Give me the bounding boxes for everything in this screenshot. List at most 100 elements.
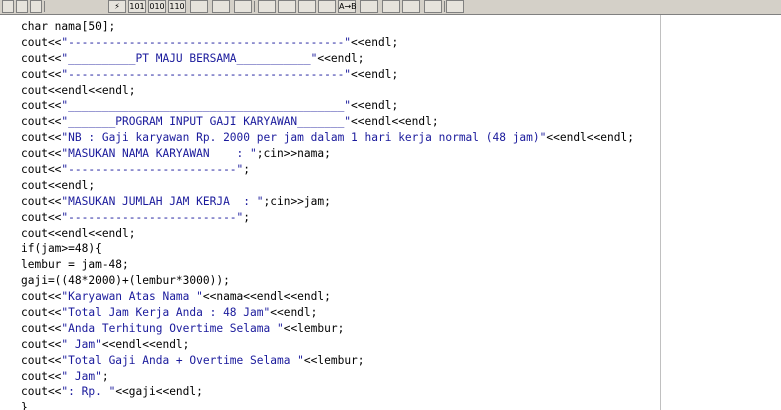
code-line[interactable]: cout<<"-------------------------"; bbox=[21, 162, 634, 178]
code-token: cout<< bbox=[21, 321, 62, 335]
code-token: <<endl<<endl; bbox=[351, 115, 439, 129]
code-token: } bbox=[21, 401, 28, 410]
string-literal: "Anda Terhitung Overtime Selama " bbox=[61, 321, 284, 335]
string-literal: "---------------------------------------… bbox=[61, 35, 352, 49]
code-text[interactable]: char nama[50]; cout<<"-------------------… bbox=[21, 19, 634, 410]
code-token: cout<< bbox=[21, 35, 62, 49]
pointer-icon[interactable] bbox=[446, 0, 464, 13]
code-token: cout<< bbox=[21, 147, 62, 161]
string-literal: "MASUKAN JUMLAH JAM KERJA : " bbox=[61, 194, 264, 208]
reset-icon[interactable] bbox=[190, 0, 208, 13]
code-line[interactable]: cout<<"-------------------------"; bbox=[21, 210, 634, 226]
code-line[interactable]: cout<<"Total Jam Kerja Anda : 48 Jam"<<e… bbox=[21, 305, 634, 321]
code-token: cout<< bbox=[21, 306, 62, 320]
code-line[interactable]: cout<<" Jam"<<endl<<endl; bbox=[21, 337, 634, 353]
string-literal: "Total Jam Kerja Anda : 48 Jam" bbox=[61, 306, 271, 320]
code-token: cout<< bbox=[21, 163, 62, 177]
code-editor[interactable]: char nama[50]; cout<<"-------------------… bbox=[16, 15, 661, 410]
code-token: cout<< bbox=[21, 369, 62, 383]
code-line[interactable]: gaji=((48*2000)+(lembur*3000)); bbox=[21, 273, 634, 289]
toolbar-separator bbox=[254, 1, 255, 12]
replace-icon[interactable]: A→B bbox=[338, 0, 357, 13]
code-line[interactable]: cout<<"---------------------------------… bbox=[21, 67, 634, 83]
code-token: <<endl; bbox=[317, 51, 365, 65]
code-line[interactable]: cout<<" Jam"; bbox=[21, 369, 634, 385]
run-icon[interactable] bbox=[212, 0, 230, 13]
code-token: cout<< bbox=[21, 194, 62, 208]
code-token: ; bbox=[243, 210, 251, 224]
code-token: cout<< bbox=[21, 115, 62, 129]
code-token: char nama[50]; bbox=[21, 20, 116, 33]
code-line[interactable]: cout<<endl<<endl; bbox=[21, 83, 634, 99]
code-line[interactable]: lembur = jam-48; bbox=[21, 257, 634, 273]
code-token: cout<< bbox=[21, 51, 62, 65]
string-literal: "NB : Gaji karyawan Rp. 2000 per jam dal… bbox=[61, 131, 547, 145]
binary-101-icon[interactable]: 101 bbox=[128, 0, 146, 13]
string-literal: "-------------------------" bbox=[61, 163, 244, 177]
refresh-icon[interactable] bbox=[234, 0, 252, 13]
panel-icon[interactable] bbox=[402, 0, 420, 13]
code-line[interactable]: cout<<"MASUKAN NAMA KARYAWAN : ";cin>>na… bbox=[21, 146, 634, 162]
tree-icon[interactable] bbox=[382, 0, 400, 13]
code-line[interactable]: if(jam>=48){ bbox=[21, 241, 634, 257]
code-token: <<lembur; bbox=[303, 353, 365, 367]
code-line[interactable]: cout<<endl; bbox=[21, 178, 634, 194]
code-token: cout<< bbox=[21, 337, 62, 351]
code-line[interactable]: cout<<"Karyawan Atas Nama "<<nama<<endl<… bbox=[21, 289, 634, 305]
string-literal: "-------------------------" bbox=[61, 210, 244, 224]
string-literal: "Total Gaji Anda + Overtime Selama " bbox=[61, 353, 304, 367]
code-token: if(jam>=48){ bbox=[21, 242, 102, 256]
editor-gutter bbox=[0, 15, 16, 410]
code-token: cout<<endl; bbox=[21, 178, 96, 192]
window-icon[interactable] bbox=[30, 0, 42, 13]
string-literal: ": Rp. " bbox=[61, 385, 116, 399]
code-token: lembur = jam-48; bbox=[21, 258, 129, 272]
code-token: ; bbox=[101, 369, 109, 383]
code-token: <<endl; bbox=[351, 35, 399, 49]
code-token: cout<< bbox=[21, 385, 62, 399]
folder-icon[interactable] bbox=[318, 0, 336, 13]
code-line[interactable]: cout<<"Total Gaji Anda + Overtime Selama… bbox=[21, 353, 634, 369]
code-token: <<endl; bbox=[270, 306, 318, 320]
editor-right-area[interactable] bbox=[661, 15, 781, 410]
binary-010-icon[interactable]: 010 bbox=[148, 0, 166, 13]
code-token: cout<< bbox=[21, 353, 62, 367]
string-literal: "__________PT MAJU BERSAMA___________" bbox=[61, 51, 318, 65]
compile-icon[interactable] bbox=[298, 0, 316, 13]
code-line[interactable]: char nama[50]; bbox=[21, 19, 634, 35]
string-literal: "Karyawan Atas Nama " bbox=[61, 290, 203, 304]
code-line[interactable]: cout<<endl<<endl; bbox=[21, 226, 634, 242]
code-line[interactable]: cout<<"_________________________________… bbox=[21, 98, 634, 114]
tool-icon[interactable] bbox=[278, 0, 296, 13]
code-token: ;cin>>nama; bbox=[256, 147, 331, 161]
code-line[interactable]: cout<<"---------------------------------… bbox=[21, 35, 634, 51]
code-line[interactable]: cout<<": Rp. "<<gaji<<endl; bbox=[21, 384, 634, 400]
string-literal: " Jam" bbox=[61, 337, 102, 351]
window-icon[interactable] bbox=[2, 0, 14, 13]
lightning-icon[interactable]: ⚡ bbox=[108, 0, 126, 13]
code-line[interactable]: cout<<"_______PROGRAM INPUT GAJI KARYAWA… bbox=[21, 114, 634, 130]
code-token: cout<< bbox=[21, 67, 62, 81]
code-line[interactable]: cout<<"Anda Terhitung Overtime Selama "<… bbox=[21, 321, 634, 337]
code-line[interactable]: cout<<"__________PT MAJU BERSAMA________… bbox=[21, 51, 634, 67]
code-token: ;cin>>jam; bbox=[263, 194, 331, 208]
code-token: <<endl<<endl; bbox=[546, 131, 634, 145]
string-literal: "_______________________________________… bbox=[61, 99, 352, 113]
code-token: <<nama<<endl<<endl; bbox=[202, 290, 331, 304]
code-token: ; bbox=[243, 163, 251, 177]
code-line[interactable]: } bbox=[21, 400, 634, 410]
binary-010-label: 010 bbox=[149, 2, 165, 11]
binary-110-icon[interactable]: 110 bbox=[168, 0, 186, 13]
binary-110-label: 110 bbox=[169, 2, 185, 11]
check-icon[interactable] bbox=[258, 0, 276, 13]
split-icon[interactable] bbox=[424, 0, 442, 13]
code-line[interactable]: cout<<"MASUKAN JUMLAH JAM KERJA : ";cin>… bbox=[21, 194, 634, 210]
lightning-label: ⚡ bbox=[114, 2, 120, 11]
dots-icon[interactable] bbox=[360, 0, 378, 13]
window-icon[interactable] bbox=[16, 0, 28, 13]
code-line[interactable]: cout<<"NB : Gaji karyawan Rp. 2000 per j… bbox=[21, 130, 634, 146]
binary-101-label: 101 bbox=[129, 2, 145, 11]
code-token: cout<< bbox=[21, 99, 62, 113]
code-token: cout<<endl<<endl; bbox=[21, 226, 136, 240]
toolbar: ⚡ 101 010 110 A→B bbox=[0, 0, 781, 15]
